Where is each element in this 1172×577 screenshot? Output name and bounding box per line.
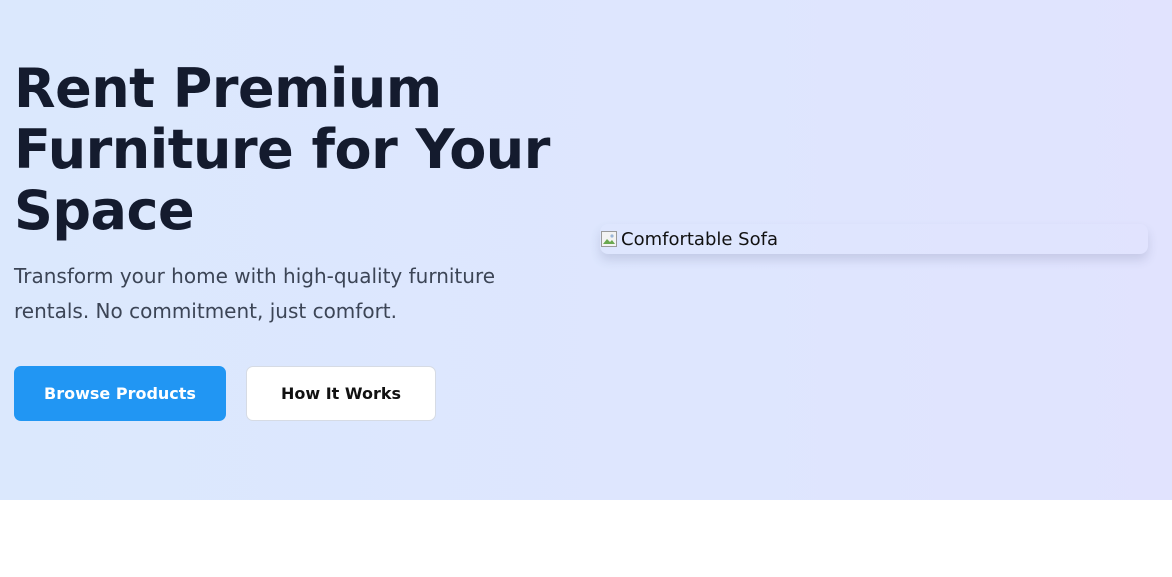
browse-products-button[interactable]: Browse Products xyxy=(14,366,226,421)
hero-image: Comfortable Sofa xyxy=(600,224,1148,254)
hero-content: Rent Premium Furniture for Your Space Tr… xyxy=(14,58,554,329)
image-alt-text: Comfortable Sofa xyxy=(621,228,778,250)
hero-subtitle: Transform your home with high-quality fu… xyxy=(14,264,496,323)
broken-image-icon xyxy=(601,231,617,247)
hero-section: Rent Premium Furniture for Your Space Tr… xyxy=(0,0,1172,500)
hero-title: Rent Premium Furniture for Your Space xyxy=(14,57,550,242)
how-it-works-button[interactable]: How It Works xyxy=(246,366,436,421)
cta-buttons: Browse Products How It Works xyxy=(14,366,436,421)
